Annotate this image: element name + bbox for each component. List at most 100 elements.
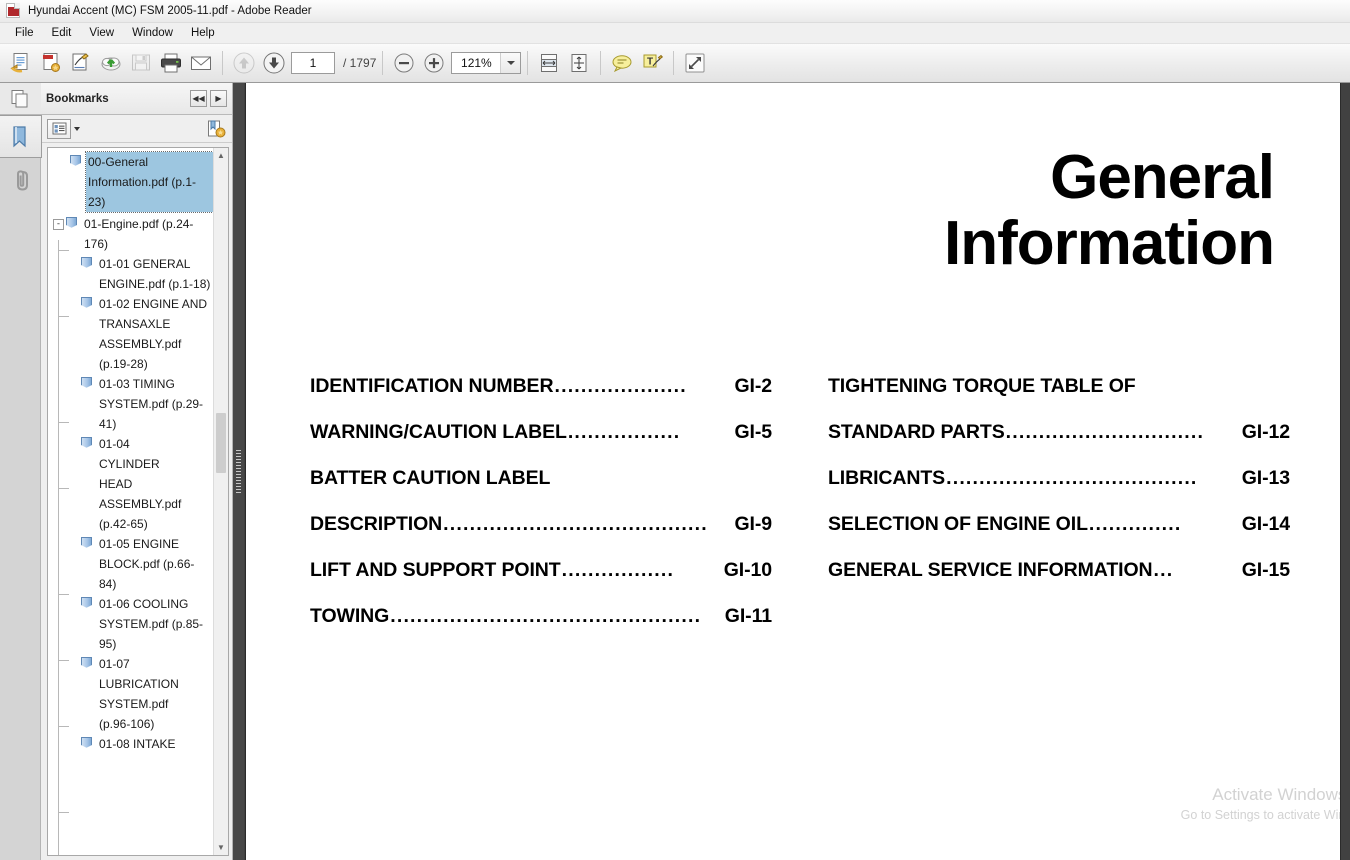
- toc-entry[interactable]: IDENTIFICATION NUMBER ..................…: [310, 375, 772, 421]
- toc-leader-dots: ........................................: [443, 513, 708, 535]
- page-number-input[interactable]: 1: [291, 52, 335, 74]
- chevron-right-icon[interactable]: ▶: [210, 90, 227, 107]
- toc-entry-name: STANDARD PARTS: [828, 421, 1005, 443]
- menu-edit[interactable]: Edit: [43, 25, 81, 41]
- plus-circle-icon[interactable]: [419, 48, 449, 78]
- toc-entry-name: TOWING: [310, 605, 390, 627]
- bookmark-item[interactable]: - 01-Engine.pdf (p.24-176): [48, 214, 213, 254]
- create-pdf-icon[interactable]: [36, 48, 66, 78]
- bookmark-item[interactable]: 01-03 TIMING SYSTEM.pdf (p.29-41): [48, 374, 213, 434]
- collapse-expander[interactable]: -: [53, 219, 64, 230]
- scrollbar-track[interactable]: [214, 163, 228, 840]
- down-arrow-icon[interactable]: [259, 48, 289, 78]
- bookmark-item[interactable]: 01-05 ENGINE BLOCK.pdf (p.66-84): [48, 534, 213, 594]
- page-thumbnails-tab[interactable]: [0, 83, 41, 115]
- toc-entry[interactable]: TIGHTENING TORQUE TABLE OF: [828, 375, 1290, 421]
- email-icon[interactable]: [186, 48, 216, 78]
- toc-entry-name: LIFT AND SUPPORT POINT: [310, 559, 561, 581]
- watermark-line-1: Activate Windows: [1212, 785, 1340, 805]
- menu-window[interactable]: Window: [123, 25, 182, 41]
- attachments-tab[interactable]: [0, 158, 41, 201]
- upload-cloud-icon[interactable]: [96, 48, 126, 78]
- chevron-up-icon[interactable]: ▲: [214, 148, 228, 163]
- tree-connector: [58, 660, 69, 661]
- toc-entry-page: GI-9: [734, 513, 772, 535]
- table-of-contents: IDENTIFICATION NUMBER ..................…: [310, 375, 1290, 651]
- chevron-down-icon[interactable]: [74, 126, 80, 131]
- toc-leader-dots: ........................................…: [390, 605, 702, 627]
- tree-connector: [58, 250, 69, 251]
- toolbar-separator-3: [527, 51, 529, 75]
- toc-entry[interactable]: BATTER CAUTION LABEL: [310, 467, 772, 513]
- sign-document-icon[interactable]: [66, 48, 96, 78]
- bookmark-item[interactable]: 01-08 INTAKE: [48, 734, 213, 754]
- bookmarks-panel-toolbar: [41, 115, 232, 143]
- chevron-down-icon[interactable]: [500, 53, 521, 73]
- menu-bar: File Edit View Window Help: [0, 23, 1350, 44]
- panel-splitter[interactable]: [233, 83, 244, 860]
- toc-entry[interactable]: LIFT AND SUPPORT POINT .................…: [310, 559, 772, 605]
- bookmarks-tab[interactable]: [0, 115, 42, 158]
- bookmark-options-icon[interactable]: [47, 118, 71, 139]
- print-icon[interactable]: [156, 48, 186, 78]
- bookmark-ribbon-icon: [81, 537, 94, 551]
- expand-arrows-icon[interactable]: [680, 48, 710, 78]
- toc-entry-page: GI-12: [1241, 421, 1290, 443]
- toolbar-separator-5: [673, 51, 675, 75]
- comment-bubble-icon[interactable]: [607, 48, 637, 78]
- page-title: General Information: [944, 144, 1275, 278]
- menu-view[interactable]: View: [80, 25, 123, 41]
- open-file-icon[interactable]: [6, 48, 36, 78]
- chevron-down-icon[interactable]: ▼: [214, 840, 228, 855]
- bookmark-item[interactable]: 00-General Information.pdf (p.1-23): [48, 151, 213, 213]
- zoom-level-select[interactable]: 121%: [451, 52, 522, 74]
- toc-entry-page: GI-15: [1241, 559, 1290, 581]
- bookmark-item[interactable]: 01-07 LUBRICATION SYSTEM.pdf (p.96-106): [48, 654, 213, 734]
- document-viewer[interactable]: General Information IDENTIFICATION NUMBE…: [244, 83, 1350, 860]
- toc-entry[interactable]: GENERAL SERVICE INFORMATION ... GI-15: [828, 559, 1290, 605]
- bookmark-item[interactable]: 01-04 CYLINDER HEAD ASSEMBLY.pdf (p.42-6…: [48, 434, 213, 534]
- bookmark-label: 01-05 ENGINE BLOCK.pdf (p.66-84): [99, 537, 195, 591]
- bookmarks-panel-header: Bookmarks ◀◀ ▶: [41, 83, 232, 115]
- toc-entry[interactable]: STANDARD PARTS .........................…: [828, 421, 1290, 467]
- toc-leader-dots: ...: [1153, 559, 1174, 581]
- panel-title: Bookmarks: [46, 92, 109, 105]
- navigation-pane-rail: [0, 83, 42, 860]
- bookmark-item[interactable]: 01-06 COOLING SYSTEM.pdf (p.85-95): [48, 594, 213, 654]
- toc-entry[interactable]: WARNING/CAUTION LABEL ................. …: [310, 421, 772, 467]
- toc-leader-dots: ..............................: [1005, 421, 1205, 443]
- fit-width-icon[interactable]: [534, 48, 564, 78]
- splitter-grip: [236, 449, 241, 494]
- bookmark-label: 01-02 ENGINE AND TRANSAXLE ASSEMBLY.pdf …: [99, 297, 208, 371]
- toc-entry[interactable]: DESCRIPTION ............................…: [310, 513, 772, 559]
- toc-entry[interactable]: LIBRICANTS .............................…: [828, 467, 1290, 513]
- menu-file[interactable]: File: [6, 25, 43, 41]
- new-bookmark-icon[interactable]: [206, 119, 226, 139]
- toc-entry-name: BATTER CAUTION LABEL: [310, 467, 551, 489]
- bookmarks-tree-container: 00-General Information.pdf (p.1-23) - 01…: [47, 147, 229, 856]
- toc-entry-page: GI-10: [723, 559, 772, 581]
- toc-entry-name: IDENTIFICATION NUMBER: [310, 375, 554, 397]
- fit-page-icon[interactable]: [564, 48, 594, 78]
- toc-entry-name: TIGHTENING TORQUE TABLE OF: [828, 375, 1136, 397]
- toc-leader-dots: .................: [561, 559, 675, 581]
- bookmark-ribbon-icon: [81, 377, 94, 391]
- bookmark-item[interactable]: 01-02 ENGINE AND TRANSAXLE ASSEMBLY.pdf …: [48, 294, 213, 374]
- text-highlight-icon[interactable]: T: [637, 48, 667, 78]
- toc-entry[interactable]: TOWING .................................…: [310, 605, 772, 651]
- toc-leader-dots: ..............: [1088, 513, 1182, 535]
- toc-entry-name: SELECTION OF ENGINE OIL: [828, 513, 1088, 535]
- toc-entry-page: GI-11: [724, 605, 772, 627]
- toc-entry[interactable]: SELECTION OF ENGINE OIL .............. G…: [828, 513, 1290, 559]
- toc-leader-dots: ....................: [554, 375, 687, 397]
- minus-circle-icon[interactable]: [389, 48, 419, 78]
- bookmarks-scrollbar[interactable]: ▲ ▼: [213, 148, 228, 855]
- watermark-line-2: Go to Settings to activate Windows.: [1180, 808, 1340, 823]
- save-file-icon: [126, 48, 156, 78]
- tree-connector: [58, 594, 69, 595]
- scrollbar-thumb[interactable]: [216, 413, 226, 474]
- double-chevron-left-icon[interactable]: ◀◀: [190, 90, 207, 107]
- tree-connector: [58, 422, 69, 423]
- bookmark-item[interactable]: 01-01 GENERAL ENGINE.pdf (p.1-18): [48, 254, 213, 294]
- menu-help[interactable]: Help: [182, 25, 224, 41]
